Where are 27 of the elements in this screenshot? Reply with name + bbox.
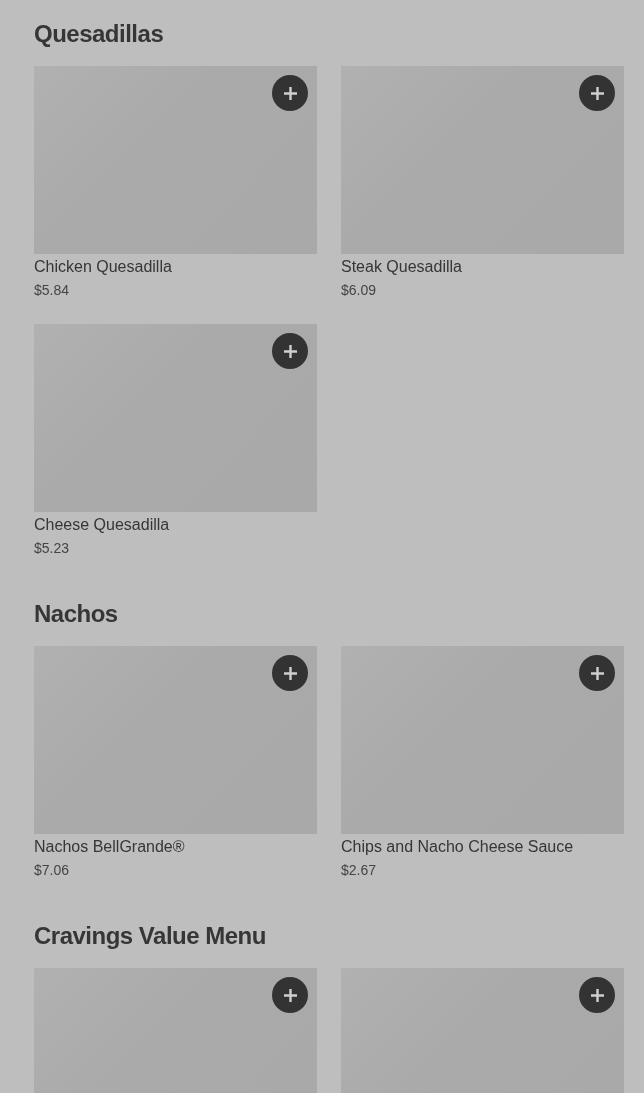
add-button[interactable] [579, 75, 615, 111]
add-button[interactable] [272, 977, 308, 1013]
item-price: $5.23 [34, 539, 71, 558]
section-heading: Cravings Value Menu [34, 921, 267, 951]
item-name: Steak Quesadilla [341, 257, 463, 277]
plus-icon [590, 666, 604, 680]
item-name: Nachos BellGrande® [34, 837, 186, 857]
item-price: $2.67 [341, 861, 378, 880]
item-name: Chicken Quesadilla [34, 257, 173, 277]
item-name: Chips and Nacho Cheese Sauce [341, 837, 575, 857]
section-heading: Nachos [34, 599, 119, 629]
item-price: $7.06 [34, 861, 71, 880]
add-button[interactable] [272, 655, 308, 691]
item-name: Cheese Quesadilla [34, 515, 171, 535]
add-button[interactable] [272, 333, 308, 369]
add-button[interactable] [579, 977, 615, 1013]
item-price: $6.09 [341, 281, 378, 300]
plus-icon [283, 86, 297, 100]
section-heading: Quesadillas [34, 19, 165, 49]
plus-icon [590, 988, 604, 1002]
add-button[interactable] [272, 75, 308, 111]
plus-icon [283, 988, 297, 1002]
plus-icon [590, 86, 604, 100]
item-price: $5.84 [34, 281, 71, 300]
plus-icon [283, 344, 297, 358]
plus-icon [283, 666, 297, 680]
add-button[interactable] [579, 655, 615, 691]
